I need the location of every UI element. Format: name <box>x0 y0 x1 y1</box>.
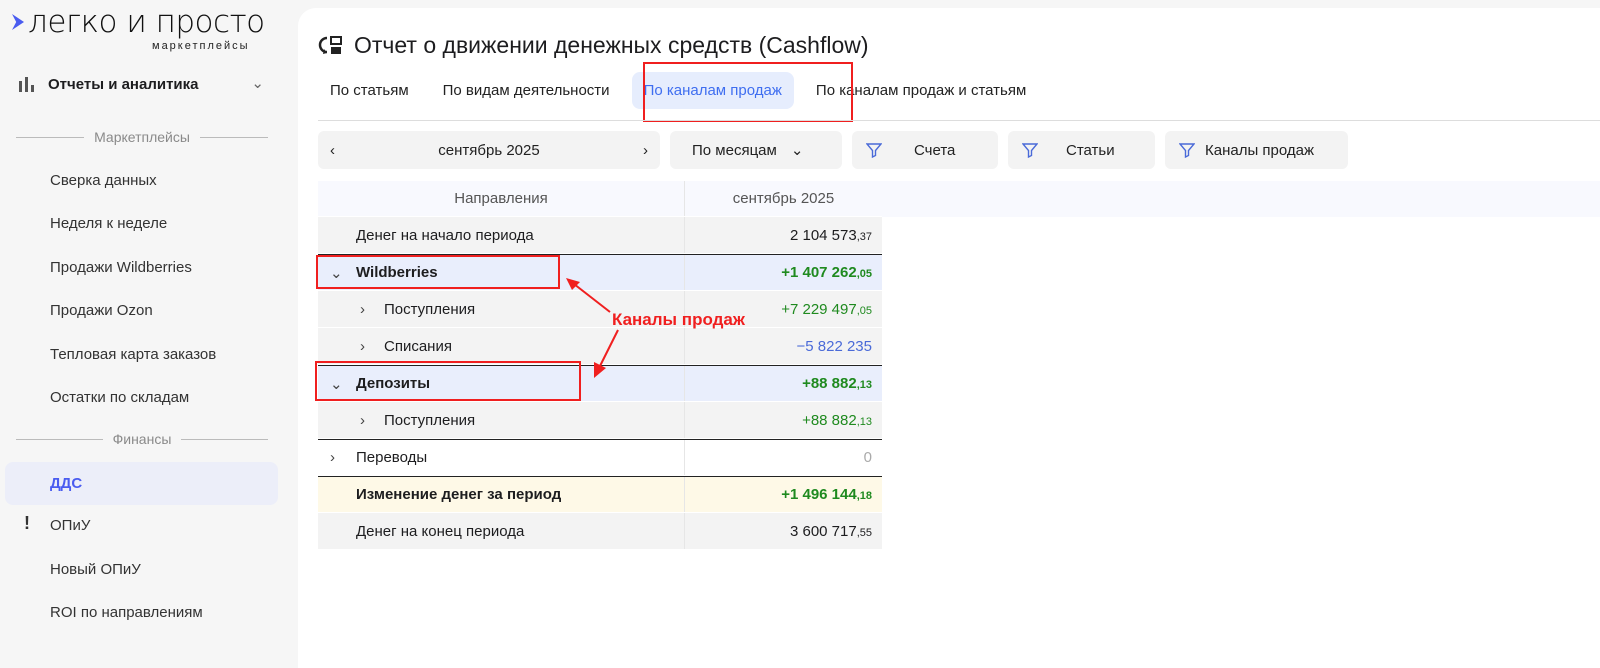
next-period-icon[interactable]: › <box>643 142 648 159</box>
sidebar-item[interactable]: Продажи Wildberries <box>50 259 192 276</box>
chevron-right-icon[interactable]: › <box>360 338 365 355</box>
sidebar-item[interactable]: Продажи Ozon <box>50 302 153 319</box>
divider <box>318 120 1600 121</box>
sidebar-item[interactable]: Новый ОПиУ <box>50 561 141 578</box>
logo-subtitle: маркетплейсы <box>152 40 250 52</box>
cashflow-icon <box>318 35 342 54</box>
articles-filter[interactable]: Статьи <box>1008 131 1155 169</box>
table-row: Денег на конец периода 3 600 717,55 <box>318 513 882 550</box>
annotation-label: Каналы продаж <box>612 310 745 329</box>
chevron-right-icon[interactable]: › <box>360 301 365 318</box>
sidebar: легко и просто маркетплейсы Отчеты и ана… <box>0 0 298 655</box>
period-value: сентябрь 2025 <box>438 141 540 159</box>
table-header-fill <box>882 181 1600 217</box>
chevron-right-icon[interactable]: › <box>360 412 365 429</box>
sidebar-item-dds[interactable]: ДДС <box>5 462 278 505</box>
chevron-right-icon[interactable]: › <box>330 449 335 466</box>
filter-icon <box>1022 143 1038 158</box>
annotation-box-wildberries <box>316 255 560 289</box>
chevron-down-icon: ⌄ <box>790 142 804 159</box>
table-row-total: Изменение денег за период +1 496 144,18 <box>318 476 882 513</box>
accounts-filter[interactable]: Счета <box>852 131 998 169</box>
sidebar-item[interactable]: Остатки по складам <box>50 389 189 406</box>
sidebar-item[interactable]: ROI по направлениям <box>50 604 203 621</box>
sidebar-section-reports[interactable]: Отчеты и аналитика ⌄ <box>18 72 268 96</box>
table-row: Денег на начало периода 2 104 573,37 <box>318 217 882 254</box>
tab-by-activity[interactable]: По видам деятельности <box>431 72 622 109</box>
prev-period-icon[interactable]: ‹ <box>330 142 335 159</box>
channels-filter[interactable]: Каналы продаж <box>1165 131 1348 169</box>
warning-icon: ! <box>24 513 30 533</box>
sidebar-item[interactable]: Сверка данных <box>50 172 157 189</box>
grouping-select[interactable]: По месяцам ⌄ <box>670 131 842 169</box>
logo-text: легко и просто <box>28 4 265 40</box>
bar-chart-icon <box>19 77 34 92</box>
filter-icon <box>1179 143 1195 158</box>
chevron-down-icon: ⌄ <box>251 75 264 92</box>
period-picker[interactable]: ‹ сентябрь 2025 › <box>318 131 660 169</box>
group-divider-marketplaces: Маркетплейсы <box>16 129 268 145</box>
annotation-arrows <box>566 278 619 378</box>
sidebar-item[interactable]: ОПиУ <box>50 517 90 534</box>
logo-mark-icon <box>12 14 24 30</box>
tab-by-articles[interactable]: По статьям <box>318 72 421 109</box>
main-panel: Отчет о движении денежных средств (Cashf… <box>298 8 1600 668</box>
sidebar-item[interactable]: Неделя к неделе <box>50 215 167 232</box>
annotation-box-tab <box>643 62 853 122</box>
logo[interactable]: легко и просто маркетплейсы <box>12 4 265 52</box>
group-divider-finance: Финансы <box>16 431 268 447</box>
table-header: Направления сентябрь 2025 <box>318 181 882 217</box>
page-title: Отчет о движении денежных средств (Cashf… <box>318 32 869 59</box>
filter-icon <box>866 143 882 158</box>
table-row[interactable]: › Переводы 0 <box>318 439 882 476</box>
table-row[interactable]: › Поступления +88 882,13 <box>318 402 882 439</box>
section-label: Отчеты и аналитика <box>48 75 199 93</box>
sidebar-item[interactable]: Тепловая карта заказов <box>50 346 216 363</box>
annotation-box-deposits <box>315 361 581 401</box>
